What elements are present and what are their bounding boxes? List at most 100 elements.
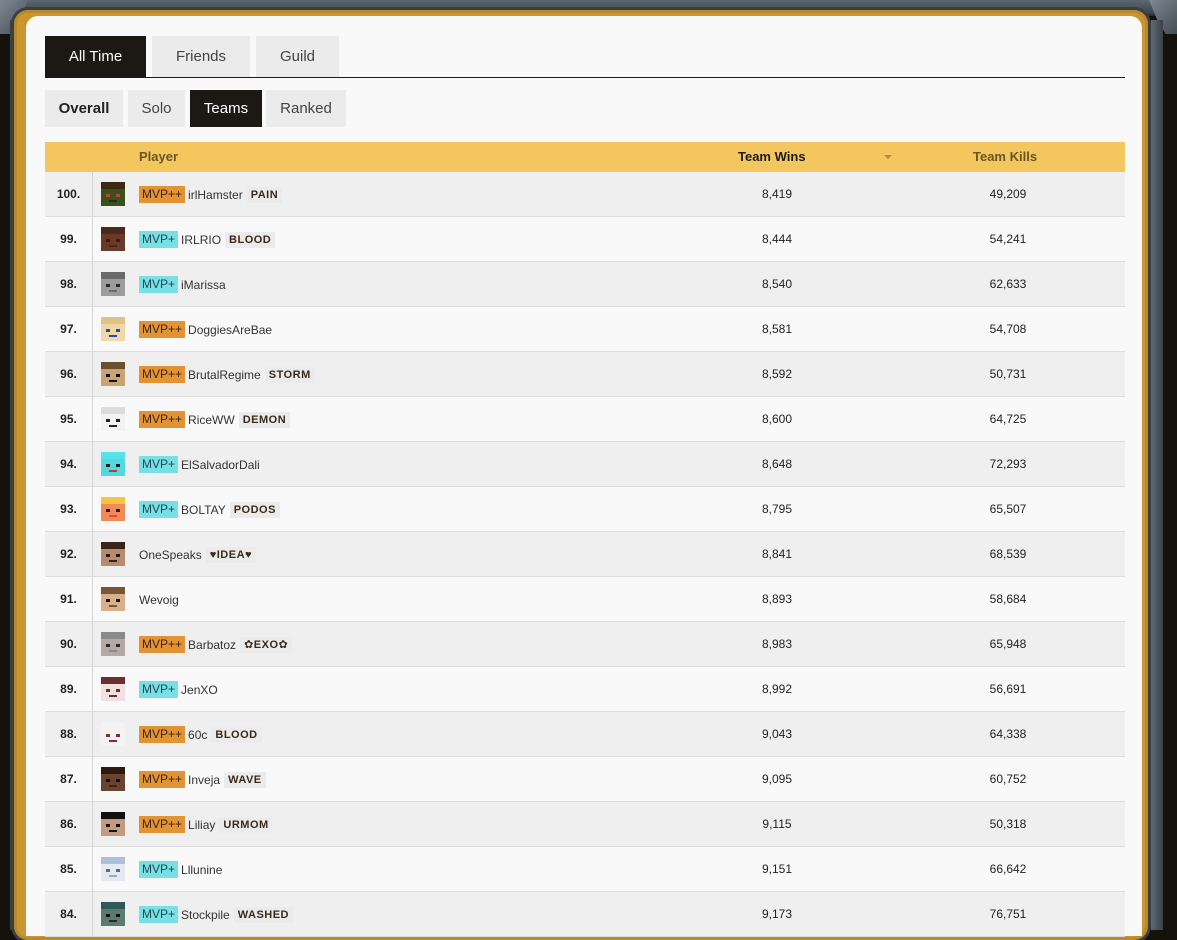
player-avatar-icon[interactable]	[101, 722, 125, 746]
player-name[interactable]: ElSalvadorDali	[181, 458, 260, 472]
table-row[interactable]: 99. MVP+ IRLRIO BLOOD 8,444 54,241	[45, 217, 1125, 262]
player-name[interactable]: iMarissa	[181, 278, 226, 292]
player-cell: MVP++ irlHamster PAIN	[139, 172, 283, 216]
team-kills-value: 60,752	[989, 772, 1027, 786]
player-cell: MVP+ Lllunine	[139, 847, 222, 891]
player-avatar-icon[interactable]	[101, 407, 125, 431]
sort-desc-icon[interactable]	[884, 155, 892, 159]
guild-tag: ✿EXO✿	[240, 636, 293, 653]
table-row[interactable]: 100. MVP++ irlHamster PAIN 8,419 49,209	[45, 172, 1125, 217]
table-row[interactable]: 93. MVP+ BOLTAY PODOS 8,795 65,507	[45, 487, 1125, 532]
player-name[interactable]: BrutalRegime	[188, 368, 261, 382]
player-name[interactable]: Lllunine	[181, 863, 222, 877]
leaderboard-table: Player Team Wins Team Kills 100. MVP++ irl…	[45, 142, 1125, 937]
guild-tag: DEMON	[238, 411, 291, 428]
rank-number: 94.	[45, 442, 93, 486]
team-wins-value: 8,592	[761, 367, 793, 381]
player-name[interactable]: irlHamster	[188, 188, 243, 202]
team-kills-value: 50,318	[989, 817, 1027, 831]
player-cell: OneSpeaks ♥IDEA♥	[139, 532, 257, 576]
team-kills-value: 72,293	[989, 457, 1027, 471]
player-avatar-icon[interactable]	[101, 497, 125, 521]
player-name[interactable]: JenXO	[181, 683, 218, 697]
rank-badge: MVP++	[139, 771, 186, 789]
player-avatar-icon[interactable]	[101, 317, 125, 341]
table-row[interactable]: 86. MVP++ Liliay URMOM 9,115 50,318	[45, 802, 1125, 847]
player-name[interactable]: Barbatoz	[188, 638, 236, 652]
tab-guild[interactable]: Guild	[256, 36, 339, 77]
table-row[interactable]: 90. MVP++ Barbatoz ✿EXO✿ 8,983 65,948	[45, 622, 1125, 667]
table-row[interactable]: 87. MVP++ Inveja WAVE 9,095 60,752	[45, 757, 1125, 802]
rank-number: 92.	[45, 532, 93, 576]
table-row[interactable]: 89. MVP+ JenXO 8,992 56,691	[45, 667, 1125, 712]
rank-number: 87.	[45, 757, 93, 801]
player-avatar-icon[interactable]	[101, 632, 125, 656]
table-row[interactable]: 84. MVP+ Stockpile WASHED 9,173 76,751	[45, 892, 1125, 937]
rank-number: 88.	[45, 712, 93, 756]
player-avatar-icon[interactable]	[101, 182, 125, 206]
player-avatar-icon[interactable]	[101, 587, 125, 611]
table-header: Player Team Wins Team Kills	[45, 142, 1125, 172]
player-name[interactable]: Wevoig	[139, 593, 179, 607]
player-avatar-icon[interactable]	[101, 542, 125, 566]
subtab-ranked[interactable]: Ranked	[266, 90, 346, 127]
rank-badge: MVP+	[139, 456, 179, 474]
time-range-tabs: All Time Friends Guild	[45, 36, 1125, 78]
table-body: 100. MVP++ irlHamster PAIN 8,419 49,209 99. MVP…	[45, 172, 1125, 937]
player-avatar-icon[interactable]	[101, 452, 125, 476]
player-name[interactable]: RiceWW	[188, 413, 235, 427]
player-cell: MVP+ iMarissa	[139, 262, 226, 306]
player-avatar-icon[interactable]	[101, 767, 125, 791]
rank-badge: MVP+	[139, 501, 179, 519]
table-row[interactable]: 88. MVP++ 60c BLOOD 9,043 64,338	[45, 712, 1125, 757]
player-avatar-icon[interactable]	[101, 812, 125, 836]
table-row[interactable]: 97. MVP++ DoggiesAreBae 8,581 54,708	[45, 307, 1125, 352]
team-kills-value: 54,241	[989, 232, 1027, 246]
player-name[interactable]: IRLRIO	[181, 233, 221, 247]
subtab-teams[interactable]: Teams	[190, 90, 262, 127]
subtab-solo[interactable]: Solo	[128, 90, 185, 127]
header-team-kills[interactable]: Team Kills	[973, 142, 1037, 172]
team-wins-value: 9,115	[762, 817, 792, 831]
player-cell: MVP+ JenXO	[139, 667, 218, 711]
player-name[interactable]: BOLTAY	[181, 503, 226, 517]
table-row[interactable]: 92. OneSpeaks ♥IDEA♥ 8,841 68,539	[45, 532, 1125, 577]
player-cell: MVP+ ElSalvadorDali	[139, 442, 260, 486]
player-name[interactable]: Liliay	[188, 818, 215, 832]
table-row[interactable]: 98. MVP+ iMarissa 8,540 62,633	[45, 262, 1125, 307]
tab-friends[interactable]: Friends	[152, 36, 250, 77]
team-wins-value: 8,983	[761, 637, 793, 651]
player-name[interactable]: 60c	[188, 728, 207, 742]
player-name[interactable]: DoggiesAreBae	[188, 323, 272, 337]
header-team-wins[interactable]: Team Wins	[738, 142, 806, 172]
table-row[interactable]: 96. MVP++ BrutalRegime STORM 8,592 50,731	[45, 352, 1125, 397]
team-kills-value: 49,209	[989, 187, 1027, 201]
rank-number: 97.	[45, 307, 93, 351]
team-kills-value: 65,948	[989, 637, 1027, 651]
rank-badge: MVP++	[139, 726, 186, 744]
rank-badge: MVP+	[139, 276, 179, 294]
player-avatar-icon[interactable]	[101, 362, 125, 386]
header-player[interactable]: Player	[139, 142, 178, 172]
table-row[interactable]: 91. Wevoig 8,893 58,684	[45, 577, 1125, 622]
tab-all-time[interactable]: All Time	[45, 36, 146, 77]
guild-tag: BLOOD	[211, 726, 262, 743]
player-name[interactable]: Inveja	[188, 773, 220, 787]
player-name[interactable]: OneSpeaks	[139, 548, 202, 562]
player-avatar-icon[interactable]	[101, 677, 125, 701]
rank-number: 90.	[45, 622, 93, 666]
guild-tag: PODOS	[229, 501, 280, 518]
player-name[interactable]: Stockpile	[181, 908, 230, 922]
player-avatar-icon[interactable]	[101, 272, 125, 296]
player-avatar-icon[interactable]	[101, 902, 125, 926]
player-avatar-icon[interactable]	[101, 857, 125, 881]
team-wins-value: 8,795	[761, 502, 793, 516]
table-row[interactable]: 94. MVP+ ElSalvadorDali 8,648 72,293	[45, 442, 1125, 487]
subtab-overall[interactable]: Overall	[45, 90, 123, 127]
rank-number: 93.	[45, 487, 93, 531]
player-avatar-icon[interactable]	[101, 227, 125, 251]
team-wins-value: 8,581	[761, 322, 793, 336]
table-row[interactable]: 85. MVP+ Lllunine 9,151 66,642	[45, 847, 1125, 892]
team-kills-value: 76,751	[989, 907, 1027, 921]
table-row[interactable]: 95. MVP++ RiceWW DEMON 8,600 64,725	[45, 397, 1125, 442]
